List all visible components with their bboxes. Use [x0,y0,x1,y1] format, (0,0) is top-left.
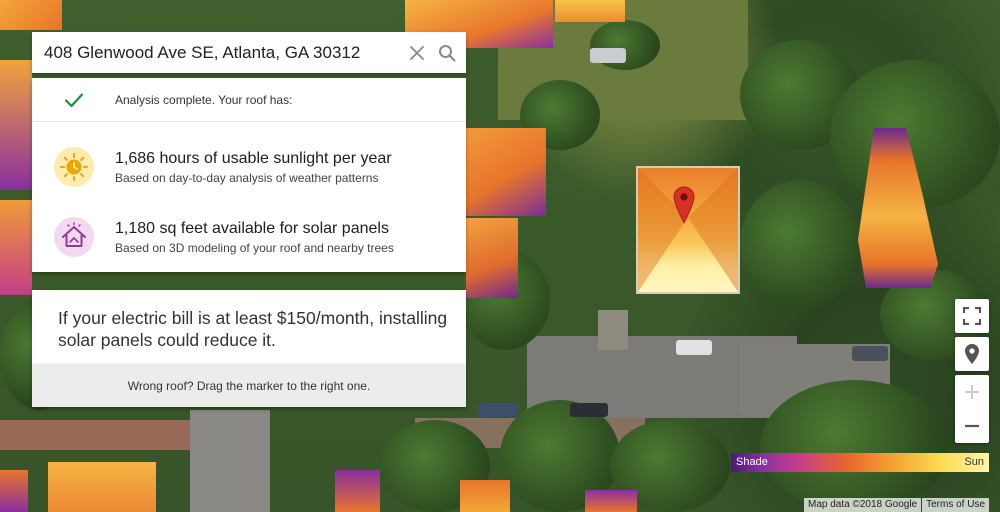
roof-overlay [466,218,518,298]
zoom-controls [955,375,989,443]
address-search-input[interactable] [32,32,406,73]
car [478,403,518,417]
address-search-bar [32,32,466,73]
area-title: 1,180 sq feet available for solar panels [115,219,389,237]
roof-marker-pin[interactable] [673,186,695,224]
close-icon [410,45,424,60]
minus-icon [965,424,979,428]
location-pin-icon [965,344,979,364]
sunlight-title: 1,686 hours of usable sunlight per year [115,149,392,167]
roof-overlay [335,470,380,512]
roof-overlay [0,0,62,30]
legend-shade-label: Shade [736,456,768,468]
search-icon [439,44,456,61]
sunlight-subtitle: Based on day-to-day analysis of weather … [115,170,379,185]
roof-overlay [466,128,546,216]
plus-icon [965,385,979,399]
roof-overlay [0,200,32,295]
map-pin-icon [673,186,695,224]
electric-bill-card: If your electric bill is at least $150/m… [32,290,466,364]
sun-clock-icon [53,147,94,187]
search-button[interactable] [436,42,458,64]
street [190,410,270,512]
analysis-status-text: Analysis complete. Your roof has: [115,92,293,107]
area-subtitle: Based on 3D modeling of your roof and ne… [115,240,394,255]
roof-overlay [555,0,625,22]
analysis-panel: Analysis complete. Your roof has: 1,686 … [32,78,466,272]
checkmark-icon [32,92,115,108]
car [590,48,626,63]
fullscreen-icon [963,307,981,325]
driveway [598,310,628,350]
tree [740,180,860,310]
tree [760,380,950,512]
paved-area [0,420,190,450]
car [570,403,608,417]
car [852,346,888,361]
roof-overlay [585,490,637,512]
wrong-roof-text: Wrong roof? Drag the marker to the right… [127,378,371,393]
area-stat: 1,180 sq feet available for solar panels… [32,202,466,272]
wrong-roof-hint: Wrong roof? Drag the marker to the right… [32,364,466,407]
map-attribution: Map data ©2018 Google Terms of Use [804,498,990,512]
analysis-status: Analysis complete. Your roof has: [32,78,466,122]
roof-overlay [48,462,156,512]
my-location-button[interactable] [955,337,989,371]
roof-overlay [460,480,510,512]
sunlight-stat: 1,686 hours of usable sunlight per year … [32,132,466,202]
zoom-in-button[interactable] [955,375,989,409]
electric-bill-text: If your electric bill is at least $150/m… [58,308,448,350]
roof-overlay [0,470,28,512]
fullscreen-button[interactable] [955,299,989,333]
zoom-out-button[interactable] [955,409,989,443]
car [676,340,712,355]
map-data-credit: Map data ©2018 Google [804,498,922,512]
legend-sun-label: Sun [964,456,984,468]
clear-search-button[interactable] [406,42,428,64]
roof-overlay [0,60,32,190]
house-roof-icon [53,217,94,257]
sunlight-legend: Shade Sun [731,453,989,472]
terms-of-use-link[interactable]: Terms of Use [922,498,990,512]
